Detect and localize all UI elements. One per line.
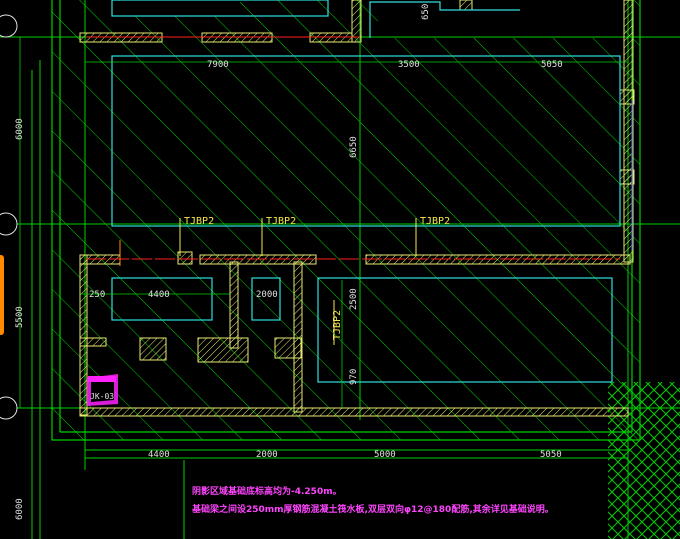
cross-hatch-region [608, 382, 680, 539]
dim-top-3500: 3500 [398, 60, 420, 70]
dim-inner-250: 250 [89, 290, 105, 300]
dim-inner-6650: 6650 [349, 136, 359, 158]
dim-top-5050: 5050 [541, 60, 563, 70]
dim-left-5500: 5500 [15, 306, 25, 328]
beam-label-1[interactable]: TJBP2 [184, 216, 214, 227]
beam-label-2[interactable]: TJBP2 [266, 216, 296, 227]
axis-marker-row-top[interactable] [0, 14, 18, 38]
cad-drawing-canvas[interactable]: 7900 3500 5050 650 6000 5500 6000 250 44… [0, 0, 680, 539]
dim-top-650: 650 [421, 4, 431, 20]
dim-bottom-5050: 5050 [540, 450, 562, 460]
dim-inner-970: 970 [349, 369, 359, 385]
dim-left-6000-bottom: 6000 [15, 498, 25, 520]
beam-label-4[interactable]: TJBP2 [332, 310, 343, 340]
note-line-2: 基础梁之间设250mm厚钢筋混凝土筏水板,双层双向φ12@180配筋,其余详见基… [191, 503, 554, 515]
side-panel-tab[interactable] [0, 255, 4, 335]
dim-bottom-4400: 4400 [148, 450, 170, 460]
axis-marker-row-b[interactable] [0, 396, 18, 420]
dim-inner-4400: 4400 [148, 290, 170, 300]
dim-top-7900: 7900 [207, 60, 229, 70]
axis-marker-row-a[interactable] [0, 212, 18, 236]
pit-marker[interactable]: JK-03 [87, 374, 118, 406]
dim-bottom-5000: 5000 [374, 450, 396, 460]
dim-bottom-2000: 2000 [256, 450, 278, 460]
dim-inner-2500: 2500 [349, 288, 359, 310]
note-line-1: 阴影区域基础底标高均为-4.250m。 [192, 485, 342, 497]
dim-inner-2000: 2000 [256, 290, 278, 300]
pit-label: JK-03 [90, 392, 114, 401]
dim-left-6000-top: 6000 [15, 118, 25, 140]
beam-label-3[interactable]: TJBP2 [420, 216, 450, 227]
